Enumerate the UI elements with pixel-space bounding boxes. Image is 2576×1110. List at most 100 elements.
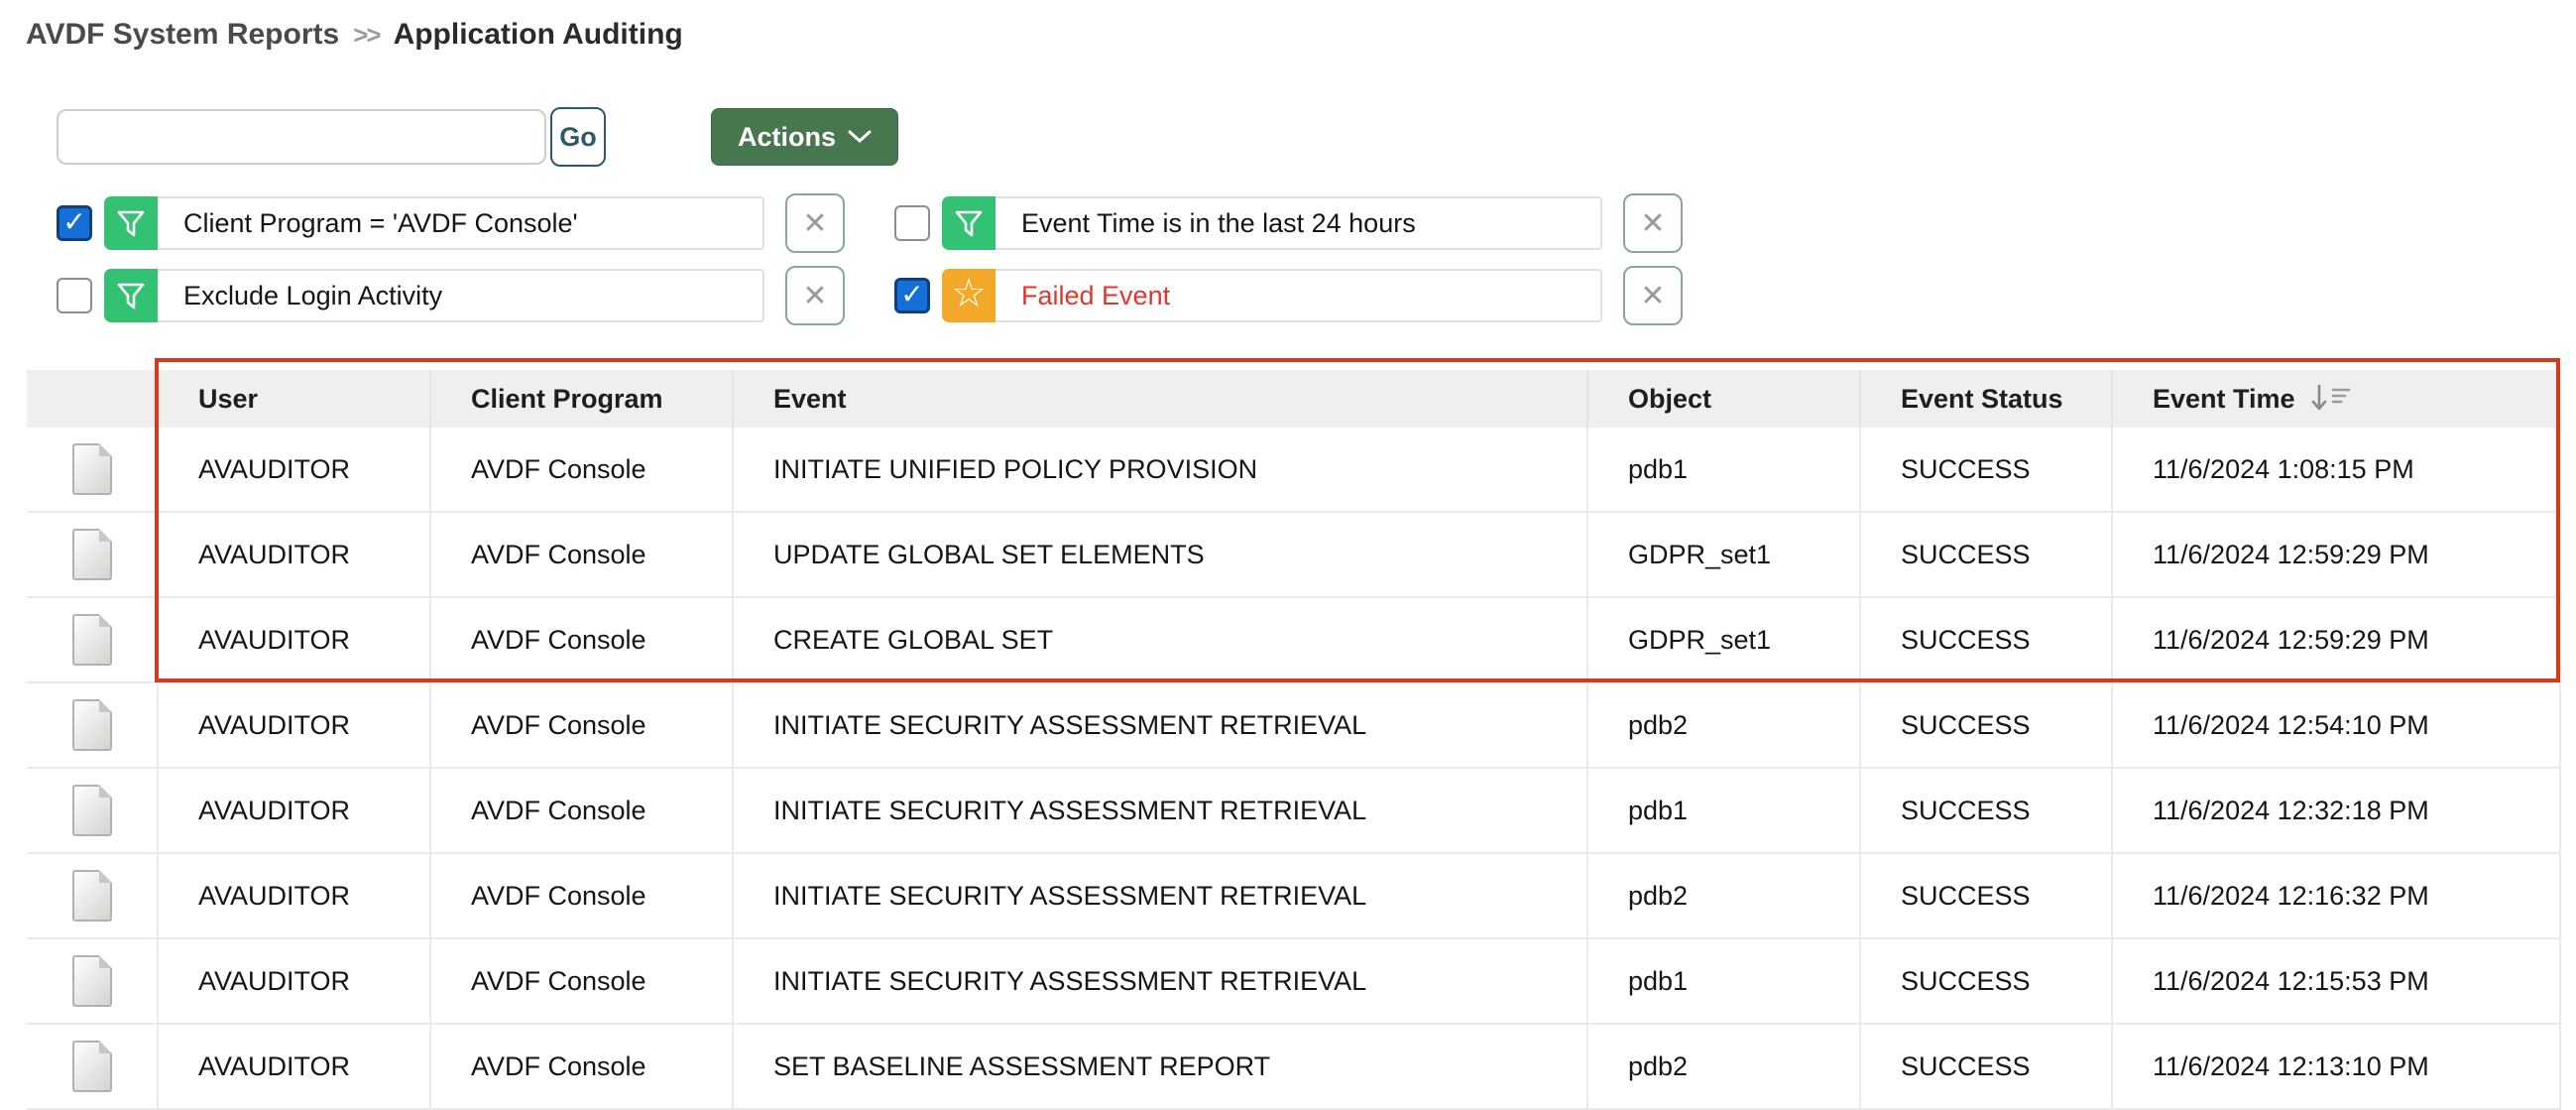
table-row: AVAUDITOR AVDF Console CREATE GLOBAL SET…	[27, 598, 2561, 683]
cell-event-time: 11/6/2024 1:08:15 PM	[2111, 428, 2561, 511]
filter-chip-exclude-login: ✓ Exclude Login Activity ✕	[57, 269, 894, 322]
cell-event-time: 11/6/2024 12:13:10 PM	[2111, 1025, 2561, 1108]
cell-event-status: SUCCESS	[1859, 513, 2111, 596]
header-cell-user[interactable]: User	[157, 370, 429, 428]
filter-label[interactable]: Client Program = 'AVDF Console'	[158, 196, 764, 250]
cell-object: GDPR_set1	[1586, 513, 1859, 596]
table-row: AVAUDITOR AVDF Console SET BASELINE ASSE…	[27, 1025, 2561, 1110]
filter-chip-event-time: ✓ Event Time is in the last 24 hours ✕	[894, 196, 1683, 250]
cell-event: INITIATE SECURITY ASSESSMENT RETRIEVAL	[732, 854, 1586, 937]
cell-event: CREATE GLOBAL SET	[732, 598, 1586, 681]
actions-button[interactable]: Actions	[711, 108, 898, 166]
filter-chip-area: ✓ Client Program = 'AVDF Console' ✕ ✓ Ev…	[57, 196, 1683, 322]
sort-descending-icon[interactable]	[2309, 382, 2351, 416]
filter-label[interactable]: Event Time is in the last 24 hours	[995, 196, 1602, 250]
filter-label[interactable]: Exclude Login Activity	[158, 269, 764, 322]
cell-client-program: AVDF Console	[429, 598, 732, 681]
cell-object: pdb2	[1586, 683, 1859, 767]
header-cell-event-time-label: Event Time	[2153, 384, 2295, 415]
document-icon[interactable]	[72, 529, 112, 580]
document-icon[interactable]	[72, 1041, 112, 1092]
table-header-row: User Client Program Event Object Event S…	[27, 370, 2561, 428]
cell-event-status: SUCCESS	[1859, 428, 2111, 511]
breadcrumb-separator: >>	[353, 20, 379, 51]
cell-object: pdb2	[1586, 1025, 1859, 1108]
header-cell-icon	[27, 370, 157, 428]
table-row: AVAUDITOR AVDF Console UPDATE GLOBAL SET…	[27, 513, 2561, 598]
search-input[interactable]	[57, 109, 546, 165]
page-title: Application Auditing	[394, 18, 683, 52]
cell-object: GDPR_set1	[1586, 598, 1859, 681]
filter-icon	[104, 269, 158, 322]
actions-button-label: Actions	[738, 122, 836, 153]
filter-label[interactable]: Failed Event	[995, 269, 1602, 322]
table-row: AVAUDITOR AVDF Console INITIATE SECURITY…	[27, 769, 2561, 854]
document-icon[interactable]	[72, 443, 112, 495]
document-icon[interactable]	[72, 614, 112, 666]
cell-event-status: SUCCESS	[1859, 769, 2111, 852]
go-button[interactable]: Go	[550, 107, 606, 167]
cell-event: INITIATE SECURITY ASSESSMENT RETRIEVAL	[732, 683, 1586, 767]
cell-client-program: AVDF Console	[429, 683, 732, 767]
breadcrumb-parent-link[interactable]: AVDF System Reports	[26, 18, 339, 52]
audit-events-table: User Client Program Event Object Event S…	[27, 370, 2561, 1110]
star-icon: ☆	[942, 269, 995, 322]
header-cell-event-status[interactable]: Event Status	[1859, 370, 2111, 428]
cell-user: AVAUDITOR	[157, 939, 429, 1023]
cell-event-status: SUCCESS	[1859, 683, 2111, 767]
header-cell-event-time[interactable]: Event Time	[2111, 370, 2561, 428]
table-row: AVAUDITOR AVDF Console INITIATE SECURITY…	[27, 854, 2561, 939]
document-icon[interactable]	[72, 870, 112, 922]
cell-client-program: AVDF Console	[429, 769, 732, 852]
cell-event: INITIATE SECURITY ASSESSMENT RETRIEVAL	[732, 939, 1586, 1023]
filter-checkbox[interactable]: ✓	[894, 278, 930, 313]
filter-icon	[942, 196, 995, 250]
cell-event-status: SUCCESS	[1859, 1025, 2111, 1108]
cell-event-time: 11/6/2024 12:32:18 PM	[2111, 769, 2561, 852]
filter-checkbox[interactable]: ✓	[57, 205, 92, 241]
cell-object: pdb1	[1586, 428, 1859, 511]
header-cell-object[interactable]: Object	[1586, 370, 1859, 428]
cell-event-status: SUCCESS	[1859, 939, 2111, 1023]
cell-event-time: 11/6/2024 12:59:29 PM	[2111, 513, 2561, 596]
close-icon[interactable]: ✕	[785, 193, 845, 253]
cell-event: INITIATE SECURITY ASSESSMENT RETRIEVAL	[732, 769, 1586, 852]
cell-client-program: AVDF Console	[429, 939, 732, 1023]
cell-client-program: AVDF Console	[429, 854, 732, 937]
chevron-down-icon	[848, 129, 872, 145]
cell-object: pdb1	[1586, 939, 1859, 1023]
header-cell-event[interactable]: Event	[732, 370, 1586, 428]
filter-icon	[104, 196, 158, 250]
table-row: AVAUDITOR AVDF Console INITIATE SECURITY…	[27, 939, 2561, 1025]
filter-chip-client-program: ✓ Client Program = 'AVDF Console' ✕	[57, 196, 894, 250]
cell-event: INITIATE UNIFIED POLICY PROVISION	[732, 428, 1586, 511]
cell-event-status: SUCCESS	[1859, 598, 2111, 681]
close-icon[interactable]: ✕	[1623, 193, 1683, 253]
filter-checkbox[interactable]: ✓	[894, 205, 930, 241]
cell-object: pdb1	[1586, 769, 1859, 852]
cell-client-program: AVDF Console	[429, 1025, 732, 1108]
document-icon[interactable]	[72, 955, 112, 1007]
header-cell-client-program[interactable]: Client Program	[429, 370, 732, 428]
cell-client-program: AVDF Console	[429, 428, 732, 511]
table-row: AVAUDITOR AVDF Console INITIATE SECURITY…	[27, 683, 2561, 769]
toolbar: Go Actions	[57, 107, 898, 167]
cell-user: AVAUDITOR	[157, 513, 429, 596]
document-icon[interactable]	[72, 785, 112, 836]
check-icon: ✓	[62, 205, 85, 238]
cell-event: UPDATE GLOBAL SET ELEMENTS	[732, 513, 1586, 596]
filter-checkbox[interactable]: ✓	[57, 278, 92, 313]
cell-event-time: 11/6/2024 12:59:29 PM	[2111, 598, 2561, 681]
filter-chip-failed-event: ✓ ☆ Failed Event ✕	[894, 269, 1683, 322]
close-icon[interactable]: ✕	[1623, 266, 1683, 325]
cell-client-program: AVDF Console	[429, 513, 732, 596]
document-icon[interactable]	[72, 699, 112, 751]
cell-event: SET BASELINE ASSESSMENT REPORT	[732, 1025, 1586, 1108]
cell-event-time: 11/6/2024 12:15:53 PM	[2111, 939, 2561, 1023]
close-icon[interactable]: ✕	[785, 266, 845, 325]
check-icon: ✓	[900, 278, 923, 310]
cell-event-status: SUCCESS	[1859, 854, 2111, 937]
cell-event-time: 11/6/2024 12:54:10 PM	[2111, 683, 2561, 767]
cell-user: AVAUDITOR	[157, 598, 429, 681]
cell-user: AVAUDITOR	[157, 683, 429, 767]
